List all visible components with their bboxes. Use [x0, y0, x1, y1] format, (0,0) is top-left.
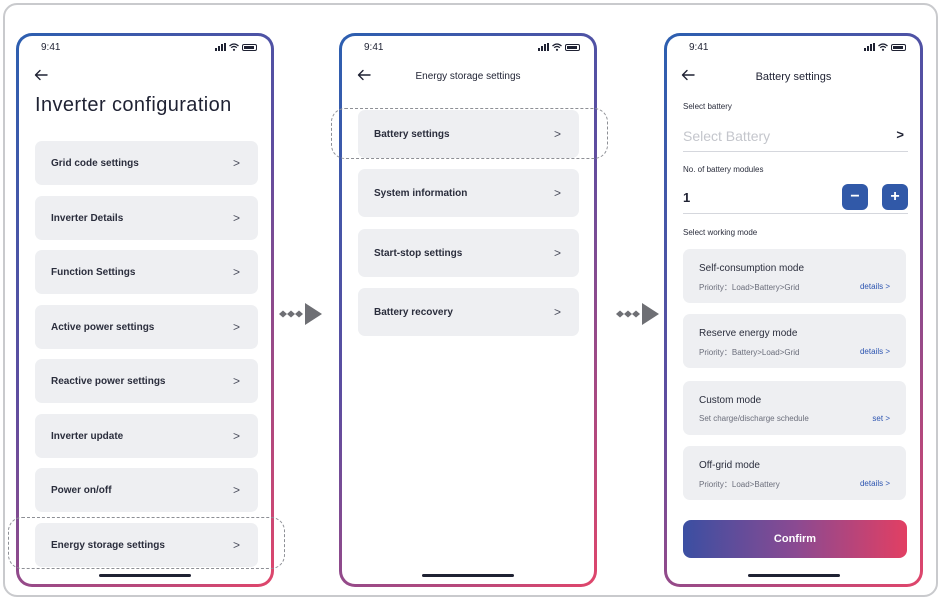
mode-details-link[interactable]: details >	[860, 479, 890, 488]
mode-name: Self-consumption mode	[699, 263, 805, 274]
flow-arrow-icon	[279, 303, 322, 325]
mode-priority: Priority：Load>Battery>Grid	[699, 283, 800, 292]
menu-item-power-on-off[interactable]: Power on/off >	[35, 468, 258, 512]
menu-item-label: Function Settings	[51, 266, 136, 278]
menu-item-label: Start-stop settings	[374, 247, 463, 259]
status-bar: 9:41	[19, 42, 271, 56]
chevron-right-icon: >	[232, 483, 240, 497]
wifi-icon	[878, 43, 888, 51]
menu-item-label: Inverter update	[51, 430, 124, 442]
signal-icon	[864, 43, 875, 51]
confirm-button[interactable]: Confirm	[683, 520, 907, 558]
mode-name: Off-grid mode	[699, 460, 760, 471]
status-bar: 9:41	[342, 42, 594, 56]
menu-item-battery-recovery[interactable]: Battery recovery >	[358, 288, 579, 336]
highlight-battery-settings	[331, 108, 608, 159]
status-bar: 9:41	[667, 42, 920, 56]
chevron-right-icon: >	[232, 374, 240, 388]
menu-item-label: System information	[374, 187, 468, 199]
menu-item-label: Inverter Details	[51, 212, 124, 224]
battery-icon	[242, 43, 257, 51]
modules-value: 1	[683, 190, 691, 205]
arrow-left-icon[interactable]	[33, 69, 49, 81]
chevron-right-icon: >	[232, 156, 240, 170]
page-title: Inverter configuration	[35, 94, 232, 116]
chevron-right-icon: >	[553, 305, 561, 319]
menu-item-inverter-details[interactable]: Inverter Details >	[35, 196, 258, 240]
phone-battery-settings: 9:41 Battery settings Select battery Sel…	[664, 33, 923, 587]
battery-icon	[565, 43, 580, 51]
highlight-energy-storage	[8, 517, 285, 569]
battery-icon	[891, 43, 906, 51]
chevron-right-icon: >	[232, 265, 240, 279]
mode-card-reserve-energy[interactable]: Reserve energy mode Priority：Battery>Loa…	[683, 314, 906, 368]
flow-arrow-icon	[616, 303, 659, 325]
menu-item-reactive-power[interactable]: Reactive power settings >	[35, 359, 258, 403]
mode-priority: Priority：Load>Battery	[699, 480, 780, 489]
wifi-icon	[552, 43, 562, 51]
status-time: 9:41	[41, 42, 61, 53]
page-title: Battery settings	[755, 71, 832, 83]
home-indicator	[747, 574, 840, 577]
chevron-right-icon: >	[232, 320, 240, 334]
status-time: 9:41	[689, 42, 709, 53]
menu-item-label: Battery recovery	[374, 306, 453, 318]
phone-inverter-configuration: 9:41 Inverter configuration Grid code se…	[16, 33, 274, 587]
mode-name: Custom mode	[699, 395, 762, 406]
decrement-button[interactable]: −	[842, 184, 868, 210]
menu-item-grid-code[interactable]: Grid code settings >	[35, 141, 258, 185]
menu-item-inverter-update[interactable]: Inverter update >	[35, 414, 258, 458]
menu-item-label: Active power settings	[51, 321, 155, 333]
mode-priority: Priority：Battery>Load>Grid	[699, 348, 800, 357]
menu-item-active-power[interactable]: Active power settings >	[35, 305, 258, 349]
select-battery-placeholder: Select Battery	[683, 128, 771, 144]
mode-details-link[interactable]: details >	[860, 282, 890, 291]
chevron-right-icon: >	[232, 211, 240, 225]
increment-button[interactable]: +	[882, 184, 908, 210]
menu-item-function-settings[interactable]: Function Settings >	[35, 250, 258, 294]
menu-item-label: Grid code settings	[51, 157, 139, 169]
mode-card-self-consumption[interactable]: Self-consumption mode Priority：Load>Batt…	[683, 249, 906, 303]
home-indicator	[422, 574, 514, 577]
select-battery-label: Select battery	[683, 102, 732, 111]
mode-schedule: Set charge/discharge schedule	[699, 414, 809, 423]
signal-icon	[215, 43, 226, 51]
status-time: 9:41	[364, 42, 384, 53]
modules-label: No. of battery modules	[683, 165, 764, 174]
home-indicator	[99, 574, 191, 577]
page-title: Energy storage settings	[415, 71, 521, 82]
chevron-right-icon: >	[553, 186, 561, 200]
menu-item-label: Power on/off	[51, 484, 112, 496]
modules-stepper: 1 − +	[683, 182, 908, 214]
mode-set-link[interactable]: set >	[872, 414, 890, 423]
select-battery-dropdown[interactable]: Select Battery >	[683, 122, 908, 152]
working-mode-label: Select working mode	[683, 228, 758, 237]
chevron-right-icon: >	[232, 429, 240, 443]
mode-details-link[interactable]: details >	[860, 347, 890, 356]
chevron-right-icon: >	[896, 127, 904, 142]
menu-item-system-information[interactable]: System information >	[358, 169, 579, 217]
signal-icon	[538, 43, 549, 51]
menu-item-start-stop-settings[interactable]: Start-stop settings >	[358, 229, 579, 277]
menu-item-label: Reactive power settings	[51, 375, 166, 387]
mode-card-custom[interactable]: Custom mode Set charge/discharge schedul…	[683, 381, 906, 435]
chevron-right-icon: >	[553, 246, 561, 260]
mode-name: Reserve energy mode	[699, 328, 798, 339]
mode-card-off-grid[interactable]: Off-grid mode Priority：Load>Battery deta…	[683, 446, 906, 500]
wifi-icon	[229, 43, 239, 51]
